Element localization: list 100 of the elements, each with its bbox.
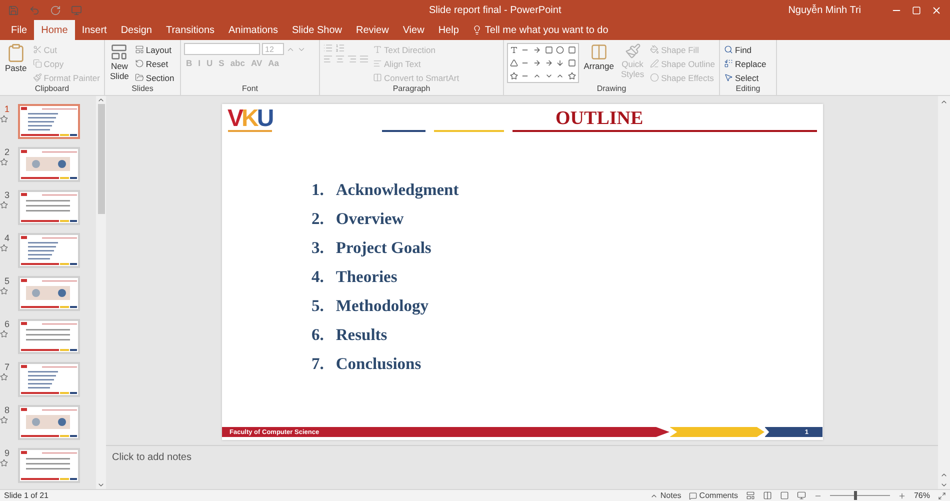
star-icon (0, 201, 8, 209)
slide-thumbnail[interactable] (18, 190, 80, 225)
slide-thumbnail[interactable] (18, 362, 80, 397)
slide-thumbnail[interactable] (18, 319, 80, 354)
item-number: 3. (312, 238, 324, 258)
slide-thumbnail-drawing (20, 106, 78, 137)
slide-thumbnail-drawing (20, 235, 78, 266)
shape-icon[interactable] (510, 72, 518, 80)
star-icon (0, 373, 8, 381)
group-label: Clipboard (34, 84, 70, 95)
zoom-thumb[interactable] (854, 491, 857, 500)
slide-thumbnail[interactable] (18, 233, 80, 268)
paintbrush-icon (624, 43, 641, 59)
columns-icon (373, 73, 382, 82)
ribbon-tab[interactable]: Insert (74, 20, 114, 40)
arrange-icon (590, 43, 608, 61)
slide-number: 9 (3, 448, 10, 458)
group-label: Editing (734, 84, 762, 95)
star-icon (0, 287, 8, 295)
star-icon (0, 115, 8, 123)
sorter-view-icon (762, 491, 772, 500)
slides-command[interactable]: Reset (134, 57, 176, 70)
arrange-button[interactable]: Arrange (582, 43, 616, 84)
bullets-icon (323, 43, 333, 53)
slide-counter: Slide 1 of 21 (4, 491, 48, 500)
slideshow-view-icon (796, 491, 806, 500)
star-icon (0, 416, 8, 424)
text-direction-icon (373, 45, 382, 54)
comments-button[interactable]: Comments (689, 490, 738, 501)
ribbon-tab[interactable]: Home (34, 20, 75, 40)
comment-icon (689, 492, 698, 500)
redo-icon (50, 4, 61, 16)
shape-icon[interactable] (568, 72, 576, 80)
ribbon-tab[interactable]: File (4, 20, 34, 40)
shapes-gallery[interactable] (507, 43, 579, 83)
slide-number: 2 (3, 147, 10, 157)
star-icon (0, 330, 8, 338)
new-slide-button[interactable]: New Slide (108, 43, 131, 84)
pen-icon (650, 59, 660, 68)
align-text-icon (373, 59, 382, 68)
outline-item: Theories (336, 267, 398, 287)
notes-button[interactable]: Notes (650, 490, 682, 501)
ribbon-tab[interactable]: View (396, 20, 432, 40)
editing-command[interactable]: Select (723, 71, 768, 84)
close-icon[interactable] (931, 4, 942, 16)
save-icon (8, 4, 19, 16)
slides-command[interactable]: Section (134, 71, 176, 84)
reset-icon (134, 59, 144, 68)
notes-field[interactable]: Click to add notes (106, 446, 938, 468)
group-label: Paragraph (392, 84, 432, 95)
scrollbar[interactable] (938, 96, 950, 489)
slide-thumbnail-drawing (20, 192, 78, 223)
zoom-level: 76% (914, 491, 930, 500)
item-number: 7. (312, 354, 324, 374)
ribbon-tab[interactable]: Animations (222, 20, 285, 40)
slides-command[interactable]: Layout (134, 43, 176, 56)
ribbon-tab[interactable]: Design (114, 20, 159, 40)
scroll-down-icon (97, 481, 105, 489)
next-slide-icon (940, 481, 948, 489)
scrollbar[interactable] (96, 96, 106, 489)
font-name-field[interactable] (184, 43, 260, 55)
shape-icon[interactable] (533, 58, 542, 67)
slide-thumbnail[interactable] (18, 147, 80, 182)
shape-icon[interactable] (544, 58, 553, 67)
editing-command[interactable]: Replace (723, 57, 768, 70)
outline-item: Results (336, 325, 388, 345)
cursor-icon (724, 73, 733, 82)
item-number: 1. (312, 180, 324, 200)
outline-item: Conclusions (336, 354, 422, 374)
group-label: Slides (130, 84, 154, 95)
slide-thumbnail[interactable] (18, 276, 80, 311)
align-center-icon (335, 54, 345, 64)
slide-title: OUTLINE (556, 108, 644, 130)
paste-button[interactable]: Paste (3, 43, 29, 84)
slide-thumbnail-drawing (20, 364, 78, 395)
shape-icon[interactable] (556, 58, 564, 67)
slide-thumbnail-drawing (20, 278, 78, 309)
item-number: 5. (312, 296, 324, 316)
group-label: Font (240, 84, 259, 95)
new-slide-icon (110, 43, 128, 61)
star-icon (0, 158, 8, 166)
star-icon (0, 459, 8, 467)
circle-icon (650, 73, 660, 82)
slide-number: 4 (3, 233, 10, 243)
shape-icon[interactable] (533, 46, 542, 54)
slide-thumbnail[interactable] (18, 104, 80, 139)
slide-number: 6 (3, 319, 10, 329)
slide-thumbnail[interactable] (18, 448, 80, 483)
maximize-icon[interactable] (912, 6, 921, 14)
slide-thumbnail[interactable] (18, 405, 80, 440)
fit-slide-icon (938, 492, 946, 500)
editing-command[interactable]: Find (723, 43, 768, 56)
shape-icon[interactable] (510, 46, 518, 54)
slide-thumbnail-drawing (20, 321, 78, 352)
ribbon-tab[interactable]: Help (431, 20, 466, 40)
search-icon (724, 45, 733, 54)
tell-me-field[interactable]: Tell me what you want to do (466, 20, 608, 40)
ribbon-tab[interactable]: Transitions (158, 20, 222, 40)
ribbon-tab[interactable]: Review (349, 20, 396, 40)
ribbon-tab[interactable]: Slide Show (284, 20, 350, 40)
